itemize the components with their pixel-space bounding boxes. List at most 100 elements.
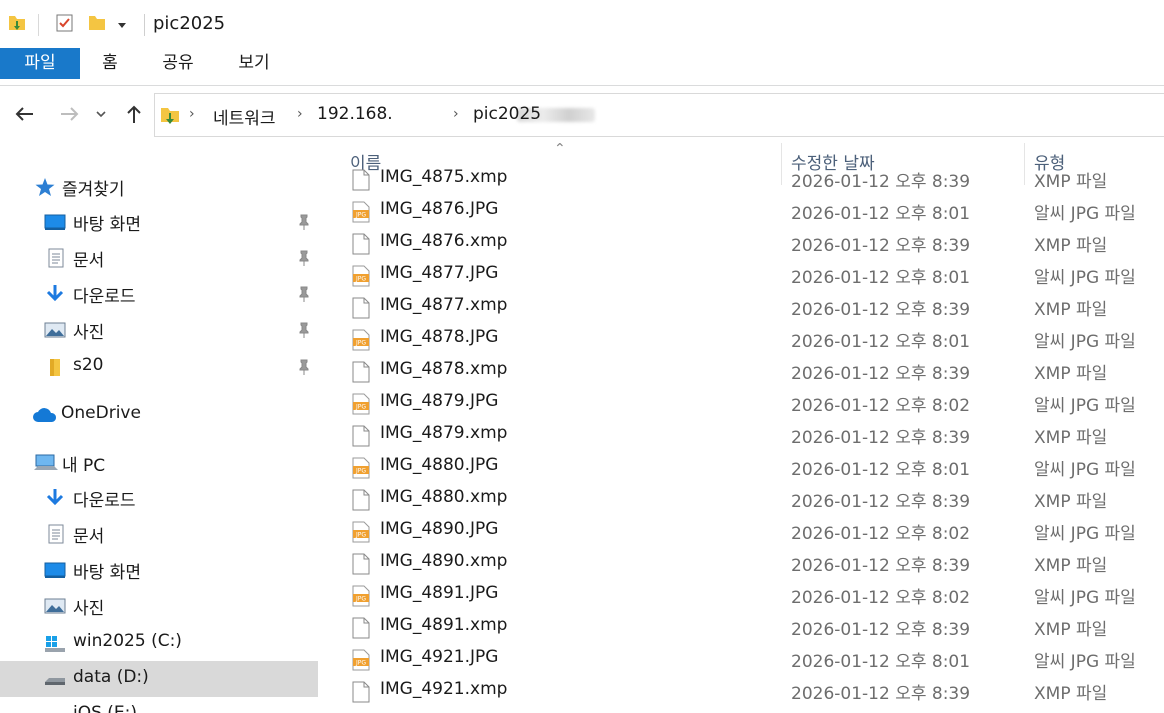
jpg-file-icon: JPG xyxy=(352,265,370,287)
pictures-icon xyxy=(44,598,66,614)
breadcrumb-host[interactable]: 192.168. xyxy=(317,104,393,124)
nav-drive-e[interactable]: iOS (E:) xyxy=(0,697,318,713)
nav-drive-d[interactable]: data (D:) xyxy=(0,661,318,697)
forward-button[interactable] xyxy=(56,99,84,129)
file-date: 2026-01-12 오후 8:39 xyxy=(791,492,971,512)
file-row[interactable]: IMG_4879.xmp 2026-01-12 오후 8:39 XMP 파일 xyxy=(320,419,1164,451)
drive-icon xyxy=(44,705,66,713)
pin-icon[interactable] xyxy=(296,359,312,375)
nav-downloads[interactable]: 다운로드 xyxy=(0,480,318,516)
jpg-file-icon: JPG xyxy=(352,585,370,607)
file-row[interactable]: IMG_4878.xmp 2026-01-12 오후 8:39 XMP 파일 xyxy=(320,355,1164,387)
breadcrumb-folder[interactable]: pic2025 xyxy=(473,104,541,124)
file-date: 2026-01-12 오후 8:02 xyxy=(791,588,971,608)
nav-desktop-pinned[interactable]: 바탕 화면 xyxy=(0,204,318,240)
file-date: 2026-01-12 오후 8:39 xyxy=(791,236,971,256)
windows-drive-icon xyxy=(45,636,65,652)
file-name: IMG_4890.xmp xyxy=(380,551,508,571)
nav-onedrive[interactable]: OneDrive xyxy=(0,397,318,433)
nav-documents-pinned[interactable]: 문서 xyxy=(0,240,318,276)
title-bar: pic2025 xyxy=(0,0,1164,48)
file-date: 2026-01-12 오후 8:39 xyxy=(791,300,971,320)
properties-icon[interactable] xyxy=(54,12,76,38)
nav-quick-access[interactable]: 즐겨찾기 xyxy=(0,169,318,205)
file-row[interactable]: JPG IMG_4921.JPG 2026-01-12 오후 8:01 알씨 JPG … xyxy=(320,643,1164,675)
back-button[interactable] xyxy=(10,99,38,129)
file-row[interactable]: JPG IMG_4879.JPG 2026-01-12 오후 8:02 알씨 JPG … xyxy=(320,387,1164,419)
file-name: IMG_4891.JPG xyxy=(380,583,499,603)
address-bar[interactable]: › 네트워크 › 192.168. › pic2025 xyxy=(154,93,1164,137)
file-icon xyxy=(352,489,370,511)
file-type: 알씨 JPG 파일 xyxy=(1034,268,1136,288)
file-row[interactable]: JPG IMG_4878.JPG 2026-01-12 오후 8:01 알씨 JPG … xyxy=(320,323,1164,355)
file-icon xyxy=(352,361,370,383)
network-folder-icon xyxy=(159,103,181,131)
file-type: XMP 파일 xyxy=(1034,236,1108,256)
file-row[interactable]: JPG IMG_4877.JPG 2026-01-12 오후 8:01 알씨 JPG … xyxy=(320,259,1164,291)
file-date: 2026-01-12 오후 8:01 xyxy=(791,460,971,480)
nav-pictures[interactable]: 사진 xyxy=(0,588,318,624)
file-date: 2026-01-12 오후 8:01 xyxy=(791,268,971,288)
file-name: IMG_4878.xmp xyxy=(380,359,508,379)
file-row[interactable]: JPG IMG_4890.JPG 2026-01-12 오후 8:02 알씨 JPG … xyxy=(320,515,1164,547)
pin-icon[interactable] xyxy=(296,286,312,302)
svg-text:JPG: JPG xyxy=(355,340,366,347)
file-row[interactable]: IMG_4877.xmp 2026-01-12 오후 8:39 XMP 파일 xyxy=(320,291,1164,323)
folder-icon xyxy=(50,359,60,376)
up-button[interactable] xyxy=(120,99,148,129)
file-row[interactable]: IMG_4890.xmp 2026-01-12 오후 8:39 XMP 파일 xyxy=(320,547,1164,579)
tab-view[interactable]: 보기 xyxy=(226,48,282,79)
chevron-right-icon[interactable]: › xyxy=(189,106,195,122)
nav-this-pc[interactable]: 내 PC xyxy=(0,445,318,481)
nav-drive-c[interactable]: win2025 (C:) xyxy=(0,625,318,661)
file-name: IMG_4880.xmp xyxy=(380,487,508,507)
nav-documents[interactable]: 문서 xyxy=(0,516,318,552)
nav-pictures-pinned[interactable]: 사진 xyxy=(0,312,318,348)
file-row[interactable]: IMG_4891.xmp 2026-01-12 오후 8:39 XMP 파일 xyxy=(320,611,1164,643)
svg-text:JPG: JPG xyxy=(355,660,366,667)
file-row[interactable]: JPG IMG_4876.JPG 2026-01-12 오후 8:01 알씨 JPG … xyxy=(320,195,1164,227)
file-type: XMP 파일 xyxy=(1034,556,1108,576)
pin-icon[interactable] xyxy=(296,322,312,338)
file-row[interactable]: IMG_4921.xmp 2026-01-12 오후 8:39 XMP 파일 xyxy=(320,675,1164,707)
svg-text:JPG: JPG xyxy=(355,212,366,219)
file-icon xyxy=(352,617,370,639)
tab-file[interactable]: 파일 xyxy=(0,48,80,79)
navigation-pane: 즐겨찾기 바탕 화면 문서 다운로드 사진 s20 OneDrive 내 PC … xyxy=(0,143,320,713)
file-date: 2026-01-12 오후 8:39 xyxy=(791,684,971,704)
svg-text:JPG: JPG xyxy=(355,596,366,603)
file-icon xyxy=(352,681,370,703)
file-icon xyxy=(352,169,370,191)
file-date: 2026-01-12 오후 8:39 xyxy=(791,172,971,192)
nav-desktop[interactable]: 바탕 화면 xyxy=(0,552,318,588)
nav-downloads-pinned[interactable]: 다운로드 xyxy=(0,276,318,312)
file-row[interactable]: JPG IMG_4880.JPG 2026-01-12 오후 8:01 알씨 JPG … xyxy=(320,451,1164,483)
new-folder-icon[interactable] xyxy=(86,12,108,38)
breadcrumb-network[interactable]: 네트워크 xyxy=(213,104,276,129)
file-row[interactable]: JPG IMG_4891.JPG 2026-01-12 오후 8:02 알씨 JPG … xyxy=(320,579,1164,611)
chevron-right-icon[interactable]: › xyxy=(297,106,303,122)
recent-locations-button[interactable] xyxy=(90,99,112,129)
document-icon xyxy=(48,524,64,544)
pin-icon[interactable] xyxy=(296,214,312,230)
file-row[interactable]: IMG_4880.xmp 2026-01-12 오후 8:39 XMP 파일 xyxy=(320,483,1164,515)
pin-icon[interactable] xyxy=(296,250,312,266)
file-icon xyxy=(352,297,370,319)
file-icon xyxy=(352,553,370,575)
file-date: 2026-01-12 오후 8:39 xyxy=(791,620,971,640)
file-row[interactable]: IMG_4876.xmp 2026-01-12 오후 8:39 XMP 파일 xyxy=(320,227,1164,259)
file-name: IMG_4875.xmp xyxy=(380,167,508,187)
tab-share[interactable]: 공유 xyxy=(150,48,206,79)
nav-s20-pinned[interactable]: s20 xyxy=(0,349,318,385)
desktop-icon xyxy=(44,562,66,578)
tab-home[interactable]: 홈 xyxy=(88,48,132,79)
file-date: 2026-01-12 오후 8:39 xyxy=(791,556,971,576)
file-name: IMG_4879.JPG xyxy=(380,391,499,411)
jpg-file-icon: JPG xyxy=(352,201,370,223)
file-name: IMG_4891.xmp xyxy=(380,615,508,635)
chevron-right-icon[interactable]: › xyxy=(453,106,459,122)
chevron-down-icon[interactable] xyxy=(116,16,128,35)
file-date: 2026-01-12 오후 8:01 xyxy=(791,204,971,224)
file-row[interactable]: IMG_4875.xmp 2026-01-12 오후 8:39 XMP 파일 xyxy=(320,163,1164,195)
pictures-icon xyxy=(44,322,66,338)
